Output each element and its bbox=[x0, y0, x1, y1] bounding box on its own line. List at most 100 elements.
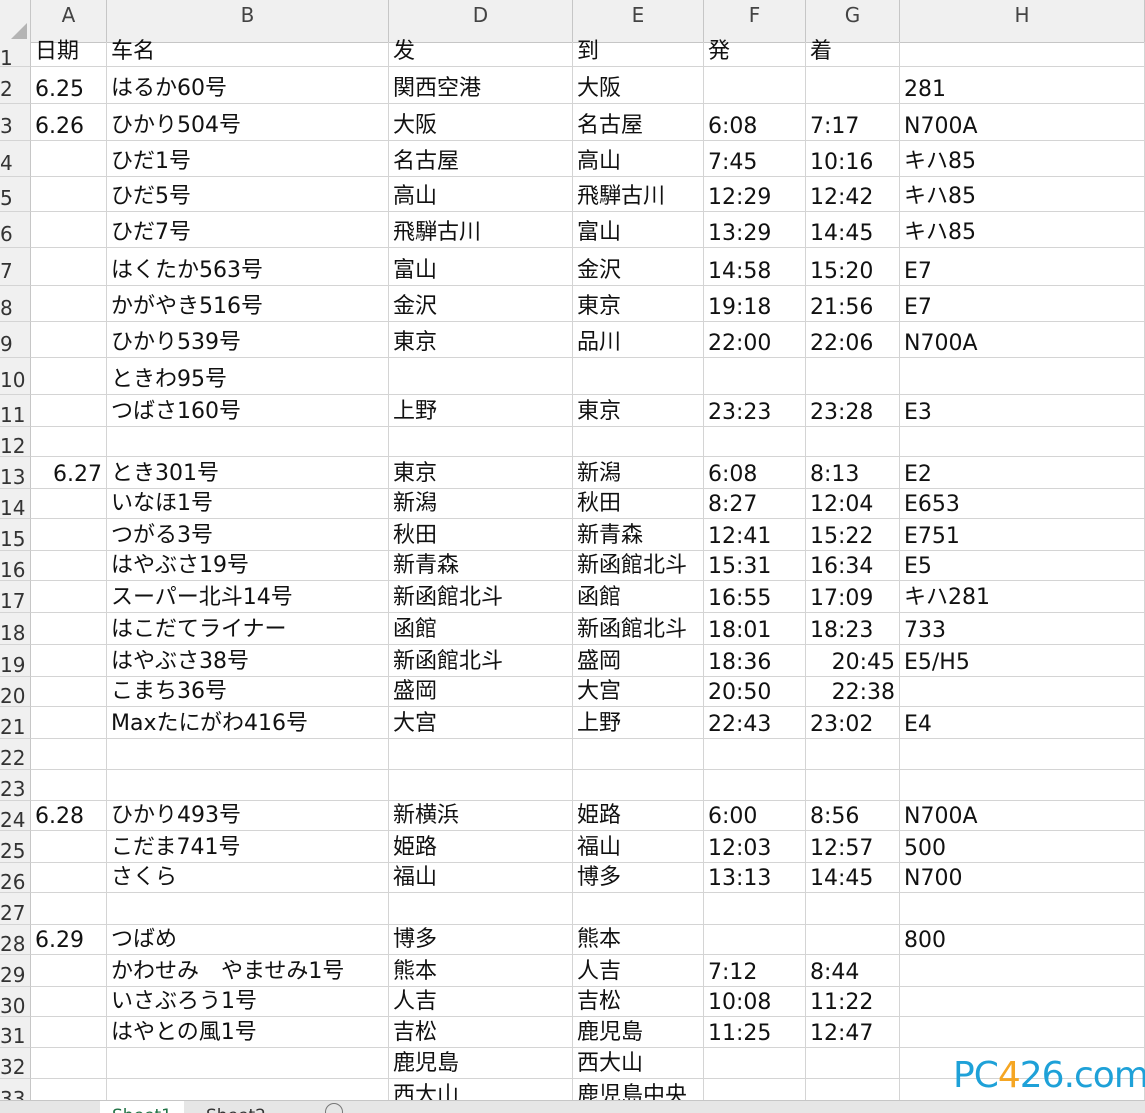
cell-e22[interactable] bbox=[573, 739, 704, 769]
cell-h28[interactable]: 800 bbox=[900, 925, 1145, 954]
cell-f5[interactable]: 12:29 bbox=[704, 177, 806, 211]
row-header-31[interactable]: 31 bbox=[0, 1017, 31, 1048]
cell-g31[interactable]: 12:47 bbox=[806, 1017, 900, 1047]
cell-f11[interactable]: 23:23 bbox=[704, 395, 806, 426]
cell-a16[interactable] bbox=[31, 551, 107, 580]
cell-d3[interactable]: 大阪 bbox=[389, 104, 573, 140]
cell-d17[interactable]: 新函館北斗 bbox=[389, 581, 573, 612]
cell-h31[interactable] bbox=[900, 1017, 1145, 1047]
cell-e30[interactable]: 吉松 bbox=[573, 987, 704, 1016]
cell-f2[interactable] bbox=[704, 67, 806, 103]
cell-g30[interactable]: 11:22 bbox=[806, 987, 900, 1016]
cell-b27[interactable] bbox=[107, 893, 389, 924]
cell-d16[interactable]: 新青森 bbox=[389, 551, 573, 580]
cell-b21[interactable]: Maxたにがわ416号 bbox=[107, 707, 389, 738]
cell-f30[interactable]: 10:08 bbox=[704, 987, 806, 1016]
cell-h26[interactable]: N700 bbox=[900, 863, 1145, 892]
cell-a26[interactable] bbox=[31, 863, 107, 892]
cell-g6[interactable]: 14:45 bbox=[806, 212, 900, 247]
cell-b23[interactable] bbox=[107, 770, 389, 800]
cell-e25[interactable]: 福山 bbox=[573, 831, 704, 862]
cell-e28[interactable]: 熊本 bbox=[573, 925, 704, 954]
cell-a14[interactable] bbox=[31, 489, 107, 518]
cell-e2[interactable]: 大阪 bbox=[573, 67, 704, 103]
cell-b28[interactable]: つばめ bbox=[107, 925, 389, 954]
cell-h3[interactable]: N700A bbox=[900, 104, 1145, 140]
row-header-32[interactable]: 32 bbox=[0, 1048, 31, 1079]
cell-b3[interactable]: ひかり504号 bbox=[107, 104, 389, 140]
row-header-7[interactable]: 7 bbox=[0, 248, 31, 286]
row-header-10[interactable]: 10 bbox=[0, 358, 31, 395]
cell-a6[interactable] bbox=[31, 212, 107, 247]
cell-h5[interactable]: キハ85 bbox=[900, 177, 1145, 211]
row-header-27[interactable]: 27 bbox=[0, 893, 31, 925]
cell-h25[interactable]: 500 bbox=[900, 831, 1145, 862]
cell-b14[interactable]: いなほ1号 bbox=[107, 489, 389, 518]
row-header-1[interactable]: 1 bbox=[0, 42, 31, 67]
cell-h18[interactable]: 733 bbox=[900, 613, 1145, 644]
cell-h23[interactable] bbox=[900, 770, 1145, 800]
cell-e8[interactable]: 東京 bbox=[573, 286, 704, 321]
cell-f26[interactable]: 13:13 bbox=[704, 863, 806, 892]
cell-h2[interactable]: 281 bbox=[900, 67, 1145, 103]
cell-a1[interactable]: 日期 bbox=[31, 39, 107, 66]
cell-b13[interactable]: とき301号 bbox=[107, 457, 389, 488]
row-header-30[interactable]: 30 bbox=[0, 987, 31, 1017]
cell-a11[interactable] bbox=[31, 395, 107, 426]
row-header-24[interactable]: 24 bbox=[0, 801, 31, 831]
cell-h4[interactable]: キハ85 bbox=[900, 141, 1145, 176]
cell-g25[interactable]: 12:57 bbox=[806, 831, 900, 862]
cell-h29[interactable] bbox=[900, 955, 1145, 986]
cell-d23[interactable] bbox=[389, 770, 573, 800]
cell-e5[interactable]: 飛騨古川 bbox=[573, 177, 704, 211]
cell-b7[interactable]: はくたか563号 bbox=[107, 248, 389, 285]
cell-d29[interactable]: 熊本 bbox=[389, 955, 573, 986]
cell-g14[interactable]: 12:04 bbox=[806, 489, 900, 518]
cell-d18[interactable]: 函館 bbox=[389, 613, 573, 644]
row-header-16[interactable]: 16 bbox=[0, 551, 31, 581]
cell-f20[interactable]: 20:50 bbox=[704, 677, 806, 706]
cell-e23[interactable] bbox=[573, 770, 704, 800]
cell-d9[interactable]: 東京 bbox=[389, 322, 573, 357]
row-header-9[interactable]: 9 bbox=[0, 322, 31, 358]
cell-a27[interactable] bbox=[31, 893, 107, 924]
cell-g1[interactable]: 着 bbox=[806, 39, 900, 66]
row-header-26[interactable]: 26 bbox=[0, 863, 31, 893]
cell-a24[interactable]: 6.28 bbox=[31, 801, 107, 830]
cell-g12[interactable] bbox=[806, 427, 900, 456]
cell-e14[interactable]: 秋田 bbox=[573, 489, 704, 518]
cell-f31[interactable]: 11:25 bbox=[704, 1017, 806, 1047]
cell-g20[interactable]: 22:38 bbox=[806, 677, 900, 706]
cell-g26[interactable]: 14:45 bbox=[806, 863, 900, 892]
cell-d19[interactable]: 新函館北斗 bbox=[389, 645, 573, 676]
cell-h16[interactable]: E5 bbox=[900, 551, 1145, 580]
cell-g23[interactable] bbox=[806, 770, 900, 800]
cell-d15[interactable]: 秋田 bbox=[389, 519, 573, 550]
cell-h14[interactable]: E653 bbox=[900, 489, 1145, 518]
cell-d25[interactable]: 姫路 bbox=[389, 831, 573, 862]
cell-a2[interactable]: 6.25 bbox=[31, 67, 107, 103]
cell-d13[interactable]: 東京 bbox=[389, 457, 573, 488]
cell-g28[interactable] bbox=[806, 925, 900, 954]
cell-g29[interactable]: 8:44 bbox=[806, 955, 900, 986]
cell-e15[interactable]: 新青森 bbox=[573, 519, 704, 550]
cell-e24[interactable]: 姫路 bbox=[573, 801, 704, 830]
row-header-2[interactable]: 2 bbox=[0, 67, 31, 104]
cell-f15[interactable]: 12:41 bbox=[704, 519, 806, 550]
cell-b22[interactable] bbox=[107, 739, 389, 769]
row-header-12[interactable]: 12 bbox=[0, 427, 31, 457]
cell-h20[interactable] bbox=[900, 677, 1145, 706]
cell-b31[interactable]: はやとの風1号 bbox=[107, 1017, 389, 1047]
cell-h22[interactable] bbox=[900, 739, 1145, 769]
cell-a12[interactable] bbox=[31, 427, 107, 456]
cell-h21[interactable]: E4 bbox=[900, 707, 1145, 738]
cell-h17[interactable]: キハ281 bbox=[900, 581, 1145, 612]
cell-e4[interactable]: 高山 bbox=[573, 141, 704, 176]
cell-f13[interactable]: 6:08 bbox=[704, 457, 806, 488]
cell-e27[interactable] bbox=[573, 893, 704, 924]
cell-g7[interactable]: 15:20 bbox=[806, 248, 900, 285]
cell-e10[interactable] bbox=[573, 358, 704, 394]
cell-b10[interactable]: ときわ95号 bbox=[107, 358, 389, 394]
cell-a17[interactable] bbox=[31, 581, 107, 612]
cell-a29[interactable] bbox=[31, 955, 107, 986]
